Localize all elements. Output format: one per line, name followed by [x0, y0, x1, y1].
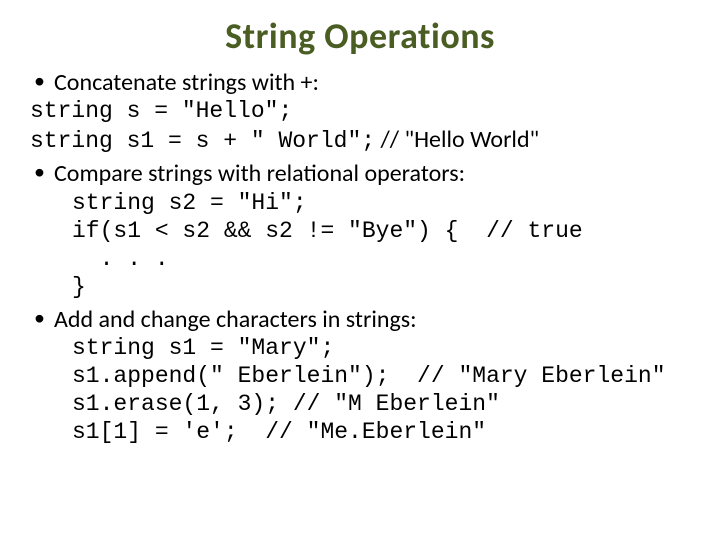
- code-line: string s1 = "Mary";: [30, 334, 690, 362]
- bullet-add-change: Add and change characters in strings:: [30, 305, 690, 334]
- bullet-text: Add and change characters in strings:: [54, 305, 417, 334]
- code-line: string s = "Hello";: [30, 97, 690, 125]
- code-line: s1[1] = 'e'; // "Me.Eberlein": [30, 418, 690, 446]
- code-line: }: [30, 273, 690, 301]
- bullet-text: Concatenate strings with +:: [54, 68, 319, 97]
- bullet-compare: Compare strings with relational operator…: [30, 159, 690, 188]
- code-line: . . .: [30, 245, 690, 273]
- code-line: s1.append(" Eberlein"); // "Mary Eberlei…: [30, 362, 690, 390]
- code-line: if(s1 < s2 && s2 != "Bye") { // true: [30, 217, 690, 245]
- code-line: string s1 = s + " World"; // "Hello Worl…: [30, 125, 690, 155]
- slide: String Operations Concatenate strings wi…: [0, 0, 720, 540]
- code-fragment: string s1 = s + " World";: [30, 128, 375, 154]
- code-comment: // "Hello World": [375, 125, 539, 154]
- code-line: s1.erase(1, 3); // "M Eberlein": [30, 390, 690, 418]
- bullet-text: Compare strings with relational operator…: [54, 159, 465, 188]
- slide-body: Concatenate strings with +: string s = "…: [30, 68, 690, 446]
- code-line: string s2 = "Hi";: [30, 189, 690, 217]
- bullet-concatenate: Concatenate strings with +:: [30, 68, 690, 97]
- slide-title: String Operations: [30, 14, 690, 58]
